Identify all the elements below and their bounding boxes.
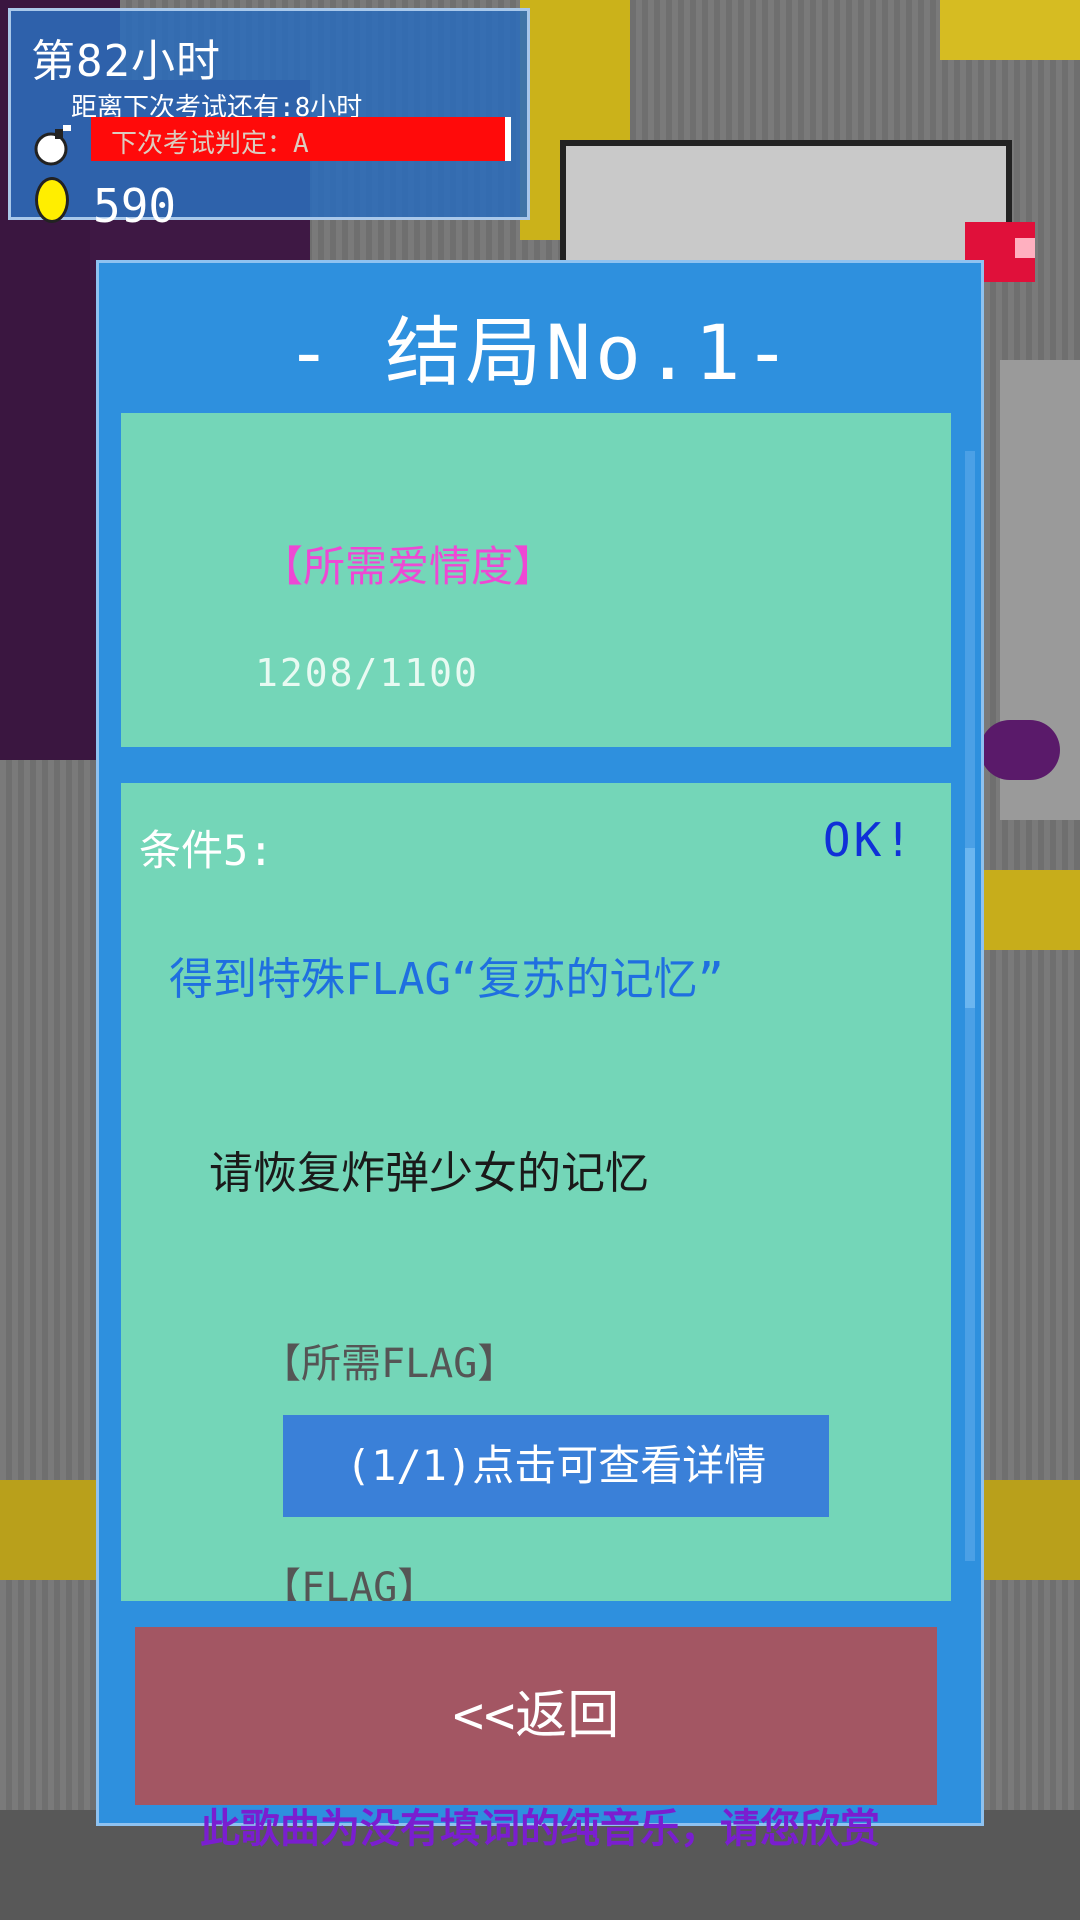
yellow-rail-right	[980, 870, 1080, 950]
machine-sprite	[560, 140, 1012, 272]
coin-count: 590	[93, 179, 177, 233]
ending-title: - 结局No.1-	[285, 308, 795, 397]
required-love-value: 1208/1100	[255, 651, 479, 695]
condition-hint: 请恢复炸弹少女的记忆	[209, 1148, 649, 1199]
condition-flag-text: 得到特殊FLAG“复苏的记忆”	[169, 954, 724, 1005]
flag-label: 【FLAG】	[261, 1565, 438, 1601]
heart-sprite-shine	[1015, 238, 1035, 258]
back-button[interactable]: <<返回	[135, 1627, 937, 1805]
coin-icon	[35, 177, 69, 223]
condition-card[interactable]: 条件5: OK! 得到特殊FLAG“复苏的记忆” 请恢复炸弹少女的记忆 【所需F…	[121, 783, 951, 1601]
condition-status: OK!	[822, 813, 915, 867]
purple-object-sprite	[980, 720, 1060, 780]
ending-panel: - 结局No.1- 【所需爱情度】 1208/1100 条件5: OK! 得到特…	[96, 260, 984, 1826]
bomb-icon	[34, 125, 71, 166]
exam-grade-bar: 下次考试判定：A	[91, 117, 511, 161]
yellow-rail-top	[940, 0, 1080, 60]
required-love-label: 【所需爱情度】	[261, 542, 556, 591]
scrollbar-thumb[interactable]	[965, 848, 975, 1008]
hours-elapsed: 第82小时	[31, 36, 221, 87]
exam-grade-text: 下次考试判定：A	[111, 129, 309, 159]
status-hud: 第82小时 距离下次考试还有:8小时 下次考试判定：A 590	[8, 8, 530, 233]
condition-label: 条件5:	[139, 826, 274, 875]
music-subtitle: 此歌曲为没有填词的纯音乐，请您欣赏	[200, 1806, 880, 1852]
love-requirement-card: 【所需爱情度】 1208/1100	[121, 413, 951, 747]
view-details-button[interactable]: (1/1)点击可查看详情	[283, 1415, 829, 1517]
required-flag-label: 【所需FLAG】	[261, 1341, 518, 1387]
